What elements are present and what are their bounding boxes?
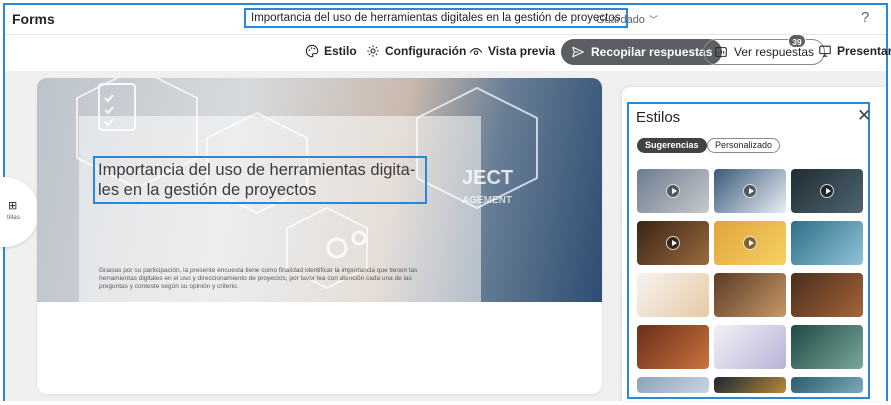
style-thumbnail-birthday-candles[interactable] [714,221,786,265]
play-icon [743,184,757,198]
gear-icon [367,45,379,57]
play-icon [666,236,680,250]
tab-personalizado[interactable]: Personalizado [707,138,781,153]
palette-icon [305,44,319,58]
top-bar: Forms Importancia del uso de herramienta… [5,5,886,35]
style-thumbnail-food-table[interactable] [791,273,863,317]
close-icon[interactable]: ✕ [857,106,871,126]
saved-status[interactable]: Guardado ﹀ [596,13,658,26]
settings-label: Configuración [385,44,467,58]
style-thumbnail-dark-water[interactable] [791,169,863,213]
collect-responses-button[interactable]: Recopilar respuestas [561,39,723,65]
settings-button[interactable]: Configuración [366,44,466,58]
styles-title: Estilos [636,109,681,126]
style-thumbnail-technology-hand[interactable] [637,169,709,213]
style-thumbnail-teal-water[interactable] [791,377,863,393]
style-thumbnail-space-planet[interactable] [637,221,709,265]
chevron-down-icon: ﹀ [648,15,658,25]
app-name[interactable]: Forms [12,11,55,27]
style-thumbnail-people-illustration[interactable] [714,325,786,369]
play-icon [743,236,757,250]
view-responses-button[interactable]: Ver respuestas [703,39,826,65]
style-thumbnail-christmas-lights[interactable] [791,325,863,369]
side-tab-label: tillas [7,214,21,221]
responses-count-badge: 39 [788,34,806,48]
saved-label: Guardado [596,14,645,26]
tab-sugerencias[interactable]: Sugerencias [637,138,707,153]
form-card: JECT AGEMENT Importancia del uso de herr… [37,78,602,394]
form-title[interactable]: Importancia del uso de herramientas digi… [93,156,427,204]
play-icon [666,184,680,198]
toolbar: Estilo Configuración Vista previa Recopi… [5,34,891,71]
form-description[interactable]: Gracias por su participación, la present… [99,267,429,291]
preview-label: Vista previa [488,44,556,58]
style-thumbnail-mountain-peaks[interactable] [714,169,786,213]
style-thumbnail-person-illustration[interactable] [637,273,709,317]
style-thumbnail-holiday-feast[interactable] [637,325,709,369]
present-label: Presentar [837,44,891,58]
document-title[interactable]: Importancia del uso de herramientas digi… [244,8,628,28]
help-icon[interactable]: ? [861,9,869,26]
present-icon [819,45,831,57]
style-thumbnail-restaurant-dinner[interactable] [714,273,786,317]
side-tab[interactable]: ⊞ tillas [0,177,39,247]
eye-icon [469,48,483,56]
collect-responses-label: Recopilar respuestas [591,45,713,59]
play-icon [820,184,834,198]
header-overlay [79,116,481,354]
template-icon: ⊞ [8,200,18,212]
style-thumbnail-city-night[interactable] [714,377,786,393]
style-button[interactable]: Estilo [305,44,357,58]
style-thumbnail-ocean-waves[interactable] [791,221,863,265]
send-icon [572,46,584,58]
present-button[interactable]: Presentar [818,44,891,58]
style-thumbnail-winter-scene[interactable] [637,377,709,393]
responses-icon [715,47,727,57]
style-label: Estilo [324,44,357,58]
preview-button[interactable]: Vista previa [469,44,555,58]
